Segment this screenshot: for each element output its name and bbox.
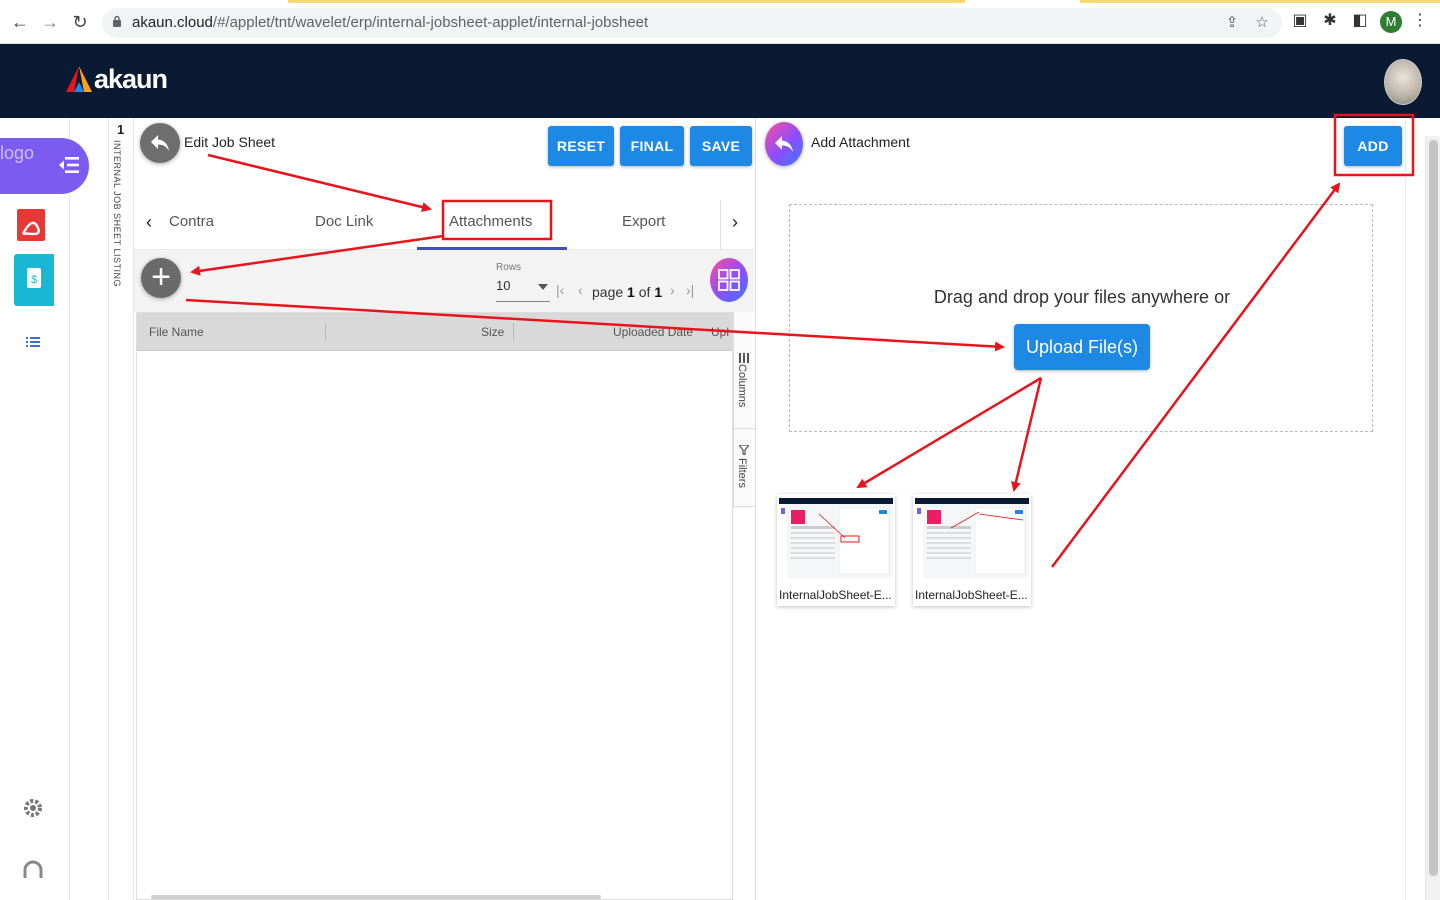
file-dropzone[interactable]: Drag and drop your files anywhere or Upl… (789, 204, 1373, 432)
columns-icon (739, 350, 749, 363)
grid-side-tools: Columns Filters (733, 312, 755, 508)
vertical-scrollbar[interactable] (1425, 136, 1440, 900)
tab-export[interactable]: Export (622, 213, 665, 230)
invoice-icon[interactable]: $ (14, 254, 54, 308)
side-tool-divider (734, 506, 755, 507)
save-button[interactable]: SAVE (690, 126, 752, 166)
attachment-thumbnail[interactable]: InternalJobSheet-E... (913, 494, 1031, 606)
lock-icon (113, 15, 121, 27)
column-header-uploaded-date[interactable]: Uploaded Date (613, 325, 693, 339)
user-profile-icon[interactable] (14, 854, 54, 894)
list-icon[interactable] (14, 330, 54, 354)
tab-attachments[interactable]: Attachments (449, 213, 532, 230)
attachment-file-name: InternalJobSheet-E... (915, 588, 1028, 602)
last-page-icon[interactable]: ›| (686, 282, 694, 298)
url-path: /#/applet/tnt/wavelet/erp/internal-jobsh… (212, 14, 649, 31)
page-title: Edit Job Sheet (184, 134, 276, 150)
user-avatar[interactable] (1384, 59, 1422, 105)
star-icon[interactable]: ☆ (1252, 13, 1272, 33)
attachment-panel-title: Add Attachment (811, 134, 910, 150)
loading-bar (0, 0, 1440, 3)
app-header: akaun (0, 44, 1440, 118)
edit-job-sheet-panel: Edit Job Sheet RESET FINAL SAVE ‹ Contra… (134, 118, 756, 900)
reply-arrow-icon (775, 136, 793, 152)
grid-toolbar: + Rows 10 |‹ ‹ page 1 of 1 › ›| (134, 250, 754, 312)
back-arrow-icon[interactable]: ← (8, 10, 32, 34)
add-button[interactable]: ADD (1344, 126, 1402, 166)
panel-divider (1405, 118, 1406, 900)
rail-menu-toggle[interactable]: logo (0, 138, 89, 194)
first-page-icon[interactable]: |‹ (556, 282, 564, 298)
profile-avatar[interactable]: M (1380, 11, 1402, 33)
chevron-down-icon (538, 284, 548, 290)
prev-page-icon[interactable]: ‹ (578, 282, 583, 298)
akaun-logo-icon (66, 66, 92, 92)
page-word: page (592, 284, 624, 300)
tab-bar: ‹ Contra Doc Link Attachments Export › (134, 200, 754, 250)
side-tool-divider (734, 428, 755, 429)
column-header-file-name[interactable]: File Name (149, 325, 204, 339)
rows-per-page-select[interactable]: 10 (496, 278, 550, 302)
menu-collapse-icon (59, 157, 79, 173)
dropzone-text: Drag and drop your files anywhere or (933, 287, 1231, 307)
tab-contra[interactable]: Contra (169, 213, 214, 230)
next-page-icon[interactable]: › (670, 282, 675, 298)
column-header-size[interactable]: Size (481, 325, 504, 339)
back-button[interactable] (140, 123, 180, 163)
current-page: 1 (627, 284, 635, 300)
sheet-count: 1 (117, 122, 125, 137)
pdf-icon[interactable] (14, 206, 54, 246)
filter-icon (737, 442, 751, 456)
sidepanel-icon[interactable]: ◧ (1350, 11, 1370, 31)
tab-divider (720, 200, 721, 250)
add-attachment-button[interactable]: + (141, 258, 181, 298)
page-indicator: page 1 of 1 (592, 284, 662, 300)
tab-doc-link[interactable]: Doc Link (315, 213, 373, 230)
filters-tool[interactable]: Filters (736, 458, 748, 488)
column-separator[interactable] (325, 323, 326, 341)
extension-icon[interactable]: ▣ (1290, 11, 1310, 31)
puzzle-icon[interactable]: ✱ (1320, 11, 1340, 31)
left-rail: logo $ (0, 118, 89, 900)
horizontal-scrollbar[interactable] (151, 895, 601, 899)
tab-scroll-left-icon[interactable]: ‹ (146, 212, 152, 233)
sheet-listing-strip[interactable]: 1 INTERNAL JOB SHEET LISTING (108, 118, 134, 900)
attachments-grid: File Name Size Uploaded Date Upl (136, 312, 733, 900)
attachment-thumbnail[interactable]: InternalJobSheet-E... (777, 494, 895, 606)
browser-toolbar: ← → ↻ akaun.cloud/#/applet/tnt/wavelet/e… (0, 0, 1440, 44)
reset-button[interactable]: RESET (548, 126, 614, 166)
forward-arrow-icon[interactable]: → (38, 10, 62, 34)
column-separator[interactable] (513, 323, 514, 341)
broken-logo-image: logo (0, 143, 35, 163)
url-host: akaun.cloud (132, 14, 213, 31)
upload-files-button[interactable]: Upload File(s) (1014, 324, 1150, 370)
columns-tool[interactable]: Columns (736, 364, 748, 407)
grid-view-toggle[interactable] (710, 258, 748, 302)
kebab-menu-icon[interactable]: ⋮ (1410, 11, 1430, 31)
total-pages: 1 (654, 284, 663, 300)
url-text: akaun.cloud/#/applet/tnt/wavelet/erp/int… (132, 14, 648, 31)
rows-label: Rows (496, 262, 522, 273)
column-header-uploaded-by[interactable]: Upl (711, 325, 733, 339)
reload-icon[interactable]: ↻ (68, 10, 92, 34)
sheet-listing-label: INTERNAL JOB SHEET LISTING (112, 140, 122, 288)
attachment-back-button[interactable] (765, 122, 803, 166)
rows-per-page-value: 10 (496, 278, 511, 293)
svg-text:$: $ (31, 274, 37, 286)
grid-view-icon (718, 269, 740, 291)
grid-header: File Name Size Uploaded Date Upl (137, 313, 732, 351)
scrollbar-thumb[interactable] (1429, 140, 1438, 876)
share-icon[interactable]: ⇪ (1222, 13, 1242, 33)
reply-arrow-icon (151, 135, 169, 151)
attachment-file-name: InternalJobSheet-E... (779, 588, 892, 602)
attachment-preview-image (915, 498, 1029, 578)
brand-name: akaun (94, 64, 168, 94)
attachment-preview-image (779, 498, 893, 578)
settings-gear-icon[interactable] (14, 794, 54, 834)
final-button[interactable]: FINAL (620, 126, 684, 166)
of-word: of (638, 284, 651, 300)
address-bar[interactable]: akaun.cloud/#/applet/tnt/wavelet/erp/int… (102, 8, 1282, 38)
tab-scroll-right-icon[interactable]: › (732, 212, 738, 233)
add-attachment-panel: Add Attachment ADD Drag and drop your fi… (757, 118, 1440, 900)
